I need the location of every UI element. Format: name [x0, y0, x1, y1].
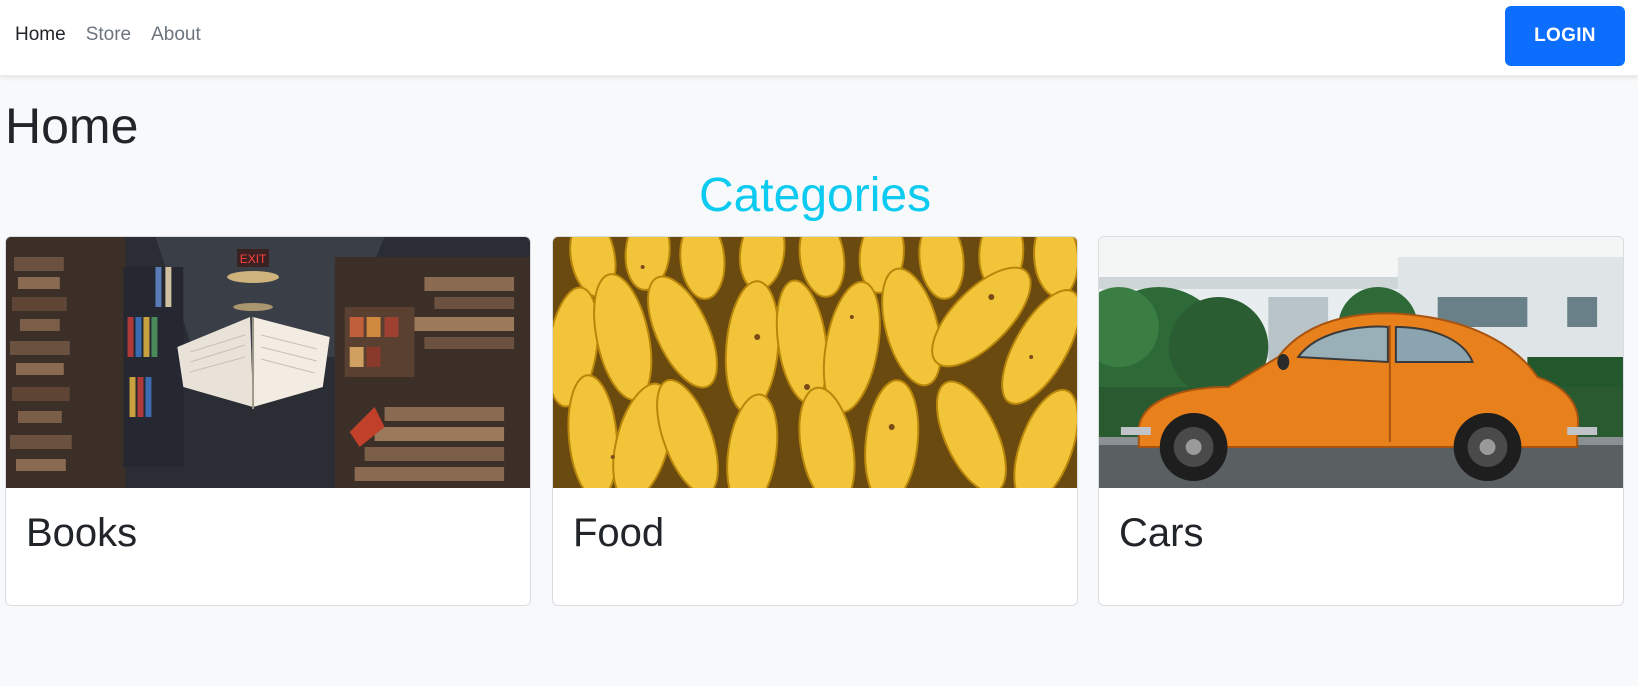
cars-image — [1099, 237, 1623, 488]
category-title: Food — [573, 511, 665, 555]
books-image: EXIT — [6, 237, 530, 488]
top-navbar: Home Store About LOGIN — [0, 0, 1638, 76]
nav-link-store[interactable]: Store — [86, 24, 131, 46]
login-button[interactable]: LOGIN — [1505, 6, 1625, 66]
svg-text:EXIT: EXIT — [240, 252, 267, 266]
page-title: Home — [5, 98, 139, 154]
nav-link-about[interactable]: About — [151, 24, 201, 46]
food-image — [553, 237, 1077, 488]
category-title: Cars — [1119, 511, 1204, 555]
nav-links: Home Store About — [15, 24, 201, 46]
section-title: Categories — [698, 169, 932, 222]
nav-link-home[interactable]: Home — [15, 24, 66, 46]
category-card-books[interactable]: EXIT Books — [5, 236, 531, 606]
category-card-cars[interactable]: Cars — [1098, 236, 1624, 606]
category-card-food[interactable]: Food — [552, 236, 1078, 606]
category-title: Books — [26, 511, 138, 555]
